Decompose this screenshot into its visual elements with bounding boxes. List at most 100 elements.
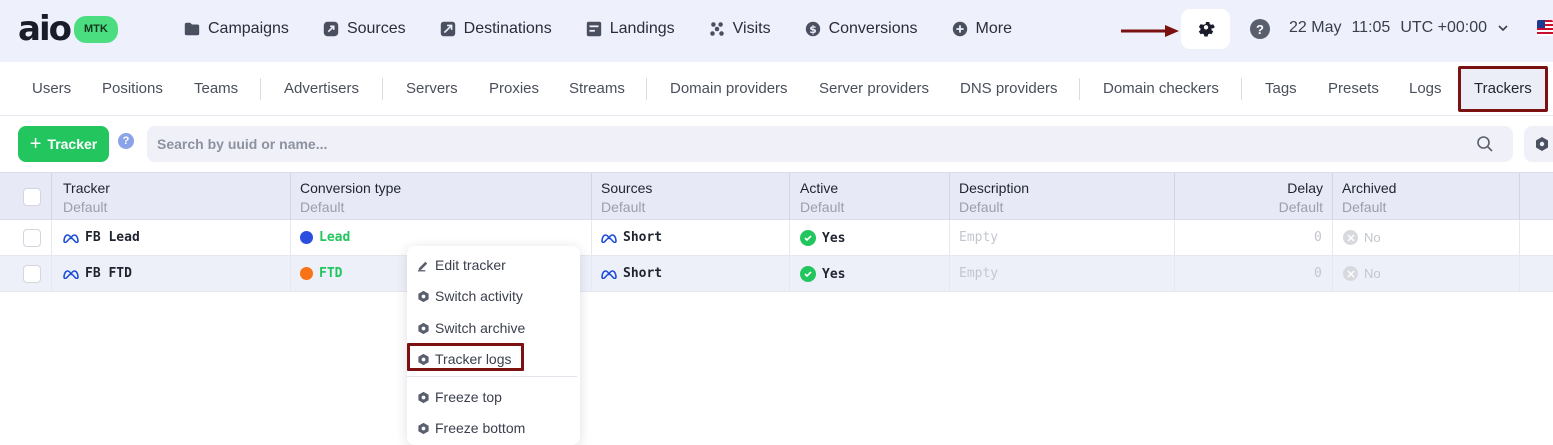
meta-icon bbox=[63, 233, 79, 243]
column-title: Sources bbox=[601, 180, 653, 196]
archived-cell: No bbox=[1343, 266, 1381, 281]
tab-tags[interactable]: Tags bbox=[1265, 80, 1297, 97]
current-date: 22 May bbox=[1289, 19, 1342, 36]
row-checkbox[interactable] bbox=[23, 265, 41, 283]
column-divider bbox=[290, 173, 291, 219]
table-row[interactable]: FB Lead Lead Short Yes Empty 0 No bbox=[0, 220, 1553, 256]
tab-divider bbox=[1241, 78, 1242, 100]
search-bar bbox=[147, 126, 1513, 162]
app-logo[interactable]: aio MTK bbox=[18, 12, 118, 46]
nav-label: More bbox=[975, 20, 1012, 37]
nav-label: Campaigns bbox=[208, 20, 289, 37]
column-header-archived[interactable]: Archived Default bbox=[1342, 180, 1396, 215]
tab-divider bbox=[260, 78, 261, 100]
hexagon-icon bbox=[418, 422, 429, 434]
tab-advertisers[interactable]: Advertisers bbox=[284, 80, 359, 97]
help-icon[interactable]: ? bbox=[1250, 19, 1270, 39]
tab-positions[interactable]: Positions bbox=[102, 80, 163, 97]
tab-divider bbox=[382, 78, 383, 100]
column-title: Tracker bbox=[63, 180, 110, 196]
current-time: 11:05 bbox=[1351, 19, 1391, 36]
tracker-cell[interactable]: FB FTD bbox=[63, 266, 132, 281]
active-label: Yes bbox=[822, 266, 846, 282]
meta-icon bbox=[601, 233, 617, 243]
conversion-color-dot bbox=[300, 267, 313, 280]
tab-dns-providers[interactable]: DNS providers bbox=[960, 80, 1058, 97]
nav-label: Destinations bbox=[463, 20, 552, 37]
cell-divider bbox=[51, 256, 52, 292]
layout-icon bbox=[586, 21, 601, 37]
cell-divider bbox=[789, 220, 790, 256]
cell-divider bbox=[1519, 220, 1520, 256]
check-circle-icon bbox=[800, 230, 816, 246]
menu-divider bbox=[407, 376, 577, 377]
row-checkbox[interactable] bbox=[23, 229, 41, 247]
plus-circle-icon bbox=[952, 21, 967, 37]
logo-wordmark: aio bbox=[18, 9, 72, 49]
tab-divider bbox=[646, 78, 647, 100]
menu-switch-activity[interactable]: Switch activity bbox=[417, 288, 523, 304]
nav-conversions[interactable]: $ Conversions bbox=[804, 17, 918, 41]
column-sort: Default bbox=[1278, 199, 1323, 215]
column-divider bbox=[1332, 173, 1333, 219]
table-row[interactable]: FB FTD FTD Short Yes Empty 0 No bbox=[0, 256, 1553, 292]
datetime-selector[interactable]: 22 May 11:05 UTC +00:00 bbox=[1289, 19, 1509, 37]
tracker-name: FB Lead bbox=[85, 230, 140, 245]
us-flag-icon[interactable] bbox=[1537, 20, 1553, 36]
nav-landings[interactable]: Landings bbox=[585, 17, 675, 41]
nav-campaigns[interactable]: Campaigns bbox=[183, 17, 289, 41]
column-header-delay[interactable]: Delay Default bbox=[1180, 180, 1323, 215]
menu-edit-tracker[interactable]: Edit tracker bbox=[417, 257, 506, 273]
tab-proxies[interactable]: Proxies bbox=[489, 80, 539, 97]
column-header-active[interactable]: Active Default bbox=[800, 180, 844, 215]
menu-freeze-top[interactable]: Freeze top bbox=[417, 389, 502, 405]
filter-button[interactable] bbox=[1524, 126, 1553, 162]
source-name: Short bbox=[623, 266, 663, 281]
menu-item-label: Edit tracker bbox=[435, 257, 506, 273]
nav-sources[interactable]: Sources bbox=[322, 17, 406, 41]
column-sort: Default bbox=[959, 199, 1004, 215]
meta-icon bbox=[63, 269, 79, 279]
column-header-sources[interactable]: Sources Default bbox=[601, 180, 652, 215]
add-tracker-button[interactable]: + Tracker bbox=[18, 126, 109, 162]
cell-divider bbox=[51, 220, 52, 256]
settings-button[interactable] bbox=[1181, 9, 1230, 49]
menu-item-label: Freeze top bbox=[435, 389, 502, 405]
nav-visits[interactable]: Visits bbox=[708, 17, 771, 41]
menu-freeze-bottom[interactable]: Freeze bottom bbox=[417, 420, 525, 436]
menu-switch-archive[interactable]: Switch archive bbox=[417, 320, 525, 336]
tab-streams[interactable]: Streams bbox=[569, 80, 625, 97]
tab-teams[interactable]: Teams bbox=[194, 80, 238, 97]
cell-divider bbox=[789, 256, 790, 292]
column-header-conversion-type[interactable]: Conversion type Default bbox=[300, 180, 401, 215]
column-header-tracker[interactable]: Tracker Default bbox=[63, 180, 110, 215]
column-divider bbox=[789, 173, 790, 219]
tab-servers[interactable]: Servers bbox=[406, 80, 458, 97]
select-all-checkbox[interactable] bbox=[23, 188, 41, 206]
nav-destinations[interactable]: Destinations bbox=[439, 17, 552, 41]
search-icon[interactable] bbox=[1476, 135, 1494, 153]
column-sort: Default bbox=[300, 199, 345, 215]
delay-cell: 0 bbox=[1314, 266, 1322, 281]
cell-divider bbox=[1332, 256, 1333, 292]
tab-logs[interactable]: Logs bbox=[1409, 80, 1442, 97]
column-title: Description bbox=[959, 180, 1030, 196]
conversion-type-label: FTD bbox=[319, 266, 343, 281]
tab-domain-checkers[interactable]: Domain checkers bbox=[1103, 80, 1219, 97]
annotation-arrow bbox=[1121, 25, 1179, 37]
column-title: Archived bbox=[1342, 180, 1397, 196]
sources-cell: Short bbox=[601, 266, 662, 281]
search-input[interactable] bbox=[147, 126, 1447, 162]
main-nav: Campaigns Sources Destinations Landings … bbox=[183, 17, 1045, 41]
tab-server-providers[interactable]: Server providers bbox=[819, 80, 929, 97]
menu-item-label: Freeze bottom bbox=[435, 420, 526, 436]
help-icon[interactable]: ? bbox=[118, 133, 134, 149]
active-cell: Yes bbox=[800, 230, 845, 246]
tab-domain-providers[interactable]: Domain providers bbox=[670, 80, 788, 97]
tab-presets[interactable]: Presets bbox=[1328, 80, 1379, 97]
tracker-cell[interactable]: FB Lead bbox=[63, 230, 140, 245]
nav-more[interactable]: More bbox=[951, 17, 1012, 41]
column-header-description[interactable]: Description Default bbox=[959, 180, 1029, 215]
tab-users[interactable]: Users bbox=[32, 80, 71, 97]
settings-subnav: Users Positions Teams Advertisers Server… bbox=[0, 62, 1553, 116]
